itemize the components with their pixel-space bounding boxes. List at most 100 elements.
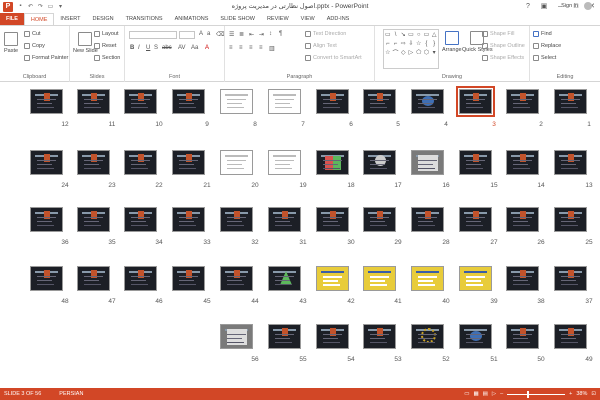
shape-icon[interactable]: ⌒ xyxy=(393,48,399,57)
help-icon[interactable]: ? xyxy=(520,0,536,12)
clear-format-icon[interactable]: ⌫ xyxy=(216,31,224,38)
slide-thumbnail[interactable] xyxy=(268,266,301,291)
slide-thumbnail[interactable] xyxy=(172,150,205,175)
tab-view[interactable]: VIEW xyxy=(295,13,321,25)
normal-view-icon[interactable]: ▭ xyxy=(464,391,469,397)
redo-icon[interactable]: ↷ xyxy=(37,3,44,10)
tab-slide-show[interactable]: SLIDE SHOW xyxy=(214,13,261,25)
slide-thumbnail[interactable] xyxy=(363,150,396,175)
slide-thumbnail[interactable] xyxy=(220,207,253,232)
slide-thumbnail[interactable] xyxy=(268,89,301,114)
slide-thumbnail[interactable] xyxy=(411,89,444,114)
user-avatar-icon[interactable] xyxy=(584,2,592,10)
save-icon[interactable]: ▪ xyxy=(17,3,24,10)
tab-insert[interactable]: INSERT xyxy=(54,13,86,25)
shape-icon[interactable]: ⇨ xyxy=(401,40,406,47)
shape-effects-button[interactable]: Shape Effects xyxy=(482,55,524,61)
slide-thumbnail[interactable] xyxy=(268,150,301,175)
slide-thumbnail[interactable] xyxy=(30,207,63,232)
shape-icon[interactable]: ▷ xyxy=(409,49,414,56)
slide-thumbnail[interactable] xyxy=(554,324,587,349)
zoom-in-icon[interactable]: + xyxy=(569,391,572,397)
slide-thumbnail[interactable] xyxy=(172,89,205,114)
slide-thumbnail[interactable] xyxy=(220,150,253,175)
shadow-icon[interactable]: S xyxy=(154,45,158,51)
slide-thumbnail[interactable] xyxy=(124,266,157,291)
slide-thumbnail[interactable] xyxy=(316,266,349,291)
align-left-icon[interactable]: ≡ xyxy=(229,45,233,51)
tab-add-ins[interactable]: ADD-INS xyxy=(321,13,356,25)
zoom-out-icon[interactable]: – xyxy=(500,391,503,397)
character-spacing-icon[interactable]: AV xyxy=(178,45,186,51)
slide-thumbnail[interactable] xyxy=(363,266,396,291)
zoom-level[interactable]: 38% xyxy=(576,391,587,397)
change-case-icon[interactable]: Aa xyxy=(191,45,198,51)
shape-outline-button[interactable]: Shape Outline xyxy=(482,43,525,49)
fit-to-window-icon[interactable]: ⊡ xyxy=(591,391,596,397)
slide-thumbnail[interactable] xyxy=(316,207,349,232)
select-button[interactable]: Select xyxy=(533,55,556,61)
section-button[interactable]: Section xyxy=(94,55,120,61)
increase-indent-icon[interactable]: ⇥ xyxy=(259,31,264,38)
shape-fill-button[interactable]: Shape Fill xyxy=(482,31,514,37)
replace-button[interactable]: Replace xyxy=(533,43,561,49)
shape-icon[interactable]: ☆ xyxy=(385,49,390,56)
font-name-combobox[interactable] xyxy=(129,31,177,39)
zoom-slider[interactable] xyxy=(507,390,566,398)
numbering-icon[interactable]: ≣ xyxy=(239,31,244,38)
shape-icon[interactable]: ↘ xyxy=(401,31,406,38)
shape-icon[interactable]: ⌐ xyxy=(386,41,390,47)
shape-icon[interactable]: ▭ xyxy=(385,31,391,38)
align-right-icon[interactable]: ≡ xyxy=(249,45,253,51)
slide-thumbnail[interactable] xyxy=(506,324,539,349)
slide-thumbnail[interactable] xyxy=(77,207,110,232)
slide-thumbnail[interactable] xyxy=(363,207,396,232)
ribbon-display-icon[interactable]: ▣ xyxy=(536,0,552,12)
bold-icon[interactable]: B xyxy=(130,45,134,51)
slide-thumbnail[interactable] xyxy=(316,89,349,114)
slide-thumbnail[interactable] xyxy=(411,150,444,175)
slide-thumbnail[interactable] xyxy=(506,150,539,175)
copy-button[interactable]: Copy xyxy=(24,43,45,49)
slide-thumbnail[interactable] xyxy=(268,207,301,232)
find-button[interactable]: Find xyxy=(533,31,552,37)
layout-button[interactable]: Layout xyxy=(94,31,119,37)
slide-thumbnail[interactable] xyxy=(124,150,157,175)
slide-thumbnail[interactable] xyxy=(459,150,492,175)
text-direction-button[interactable]: Text Direction xyxy=(305,31,346,37)
language-indicator[interactable]: PERSIAN xyxy=(59,391,83,397)
slide-thumbnail[interactable] xyxy=(506,89,539,114)
underline-icon[interactable]: U xyxy=(146,45,150,51)
format-painter-button[interactable]: Format Painter xyxy=(24,55,68,61)
convert-smartart-button[interactable]: Convert to SmartArt xyxy=(305,55,362,61)
shape-icon[interactable]: ⬠ xyxy=(416,49,421,56)
shape-icon[interactable]: △ xyxy=(432,31,437,38)
start-slideshow-icon[interactable]: ▭ xyxy=(47,3,54,10)
reading-view-icon[interactable]: ▤ xyxy=(483,391,488,397)
italic-icon[interactable]: I xyxy=(138,45,140,51)
shape-icon[interactable]: ⬡ xyxy=(424,49,429,56)
shape-icon[interactable]: ⌐ xyxy=(394,41,398,47)
increase-font-icon[interactable]: A xyxy=(199,31,203,37)
slide-thumbnail[interactable] xyxy=(363,89,396,114)
align-center-icon[interactable]: ≡ xyxy=(239,45,243,51)
shape-icon[interactable]: ☆ xyxy=(416,40,421,47)
align-text-button[interactable]: Align Text xyxy=(305,43,337,49)
tab-design[interactable]: DESIGN xyxy=(87,13,120,25)
slide-thumbnail[interactable] xyxy=(554,207,587,232)
slide-thumbnail[interactable] xyxy=(411,207,444,232)
customize-qat-icon[interactable]: ▾ xyxy=(57,3,64,10)
zoom-slider-knob[interactable] xyxy=(527,390,530,398)
slide-thumbnail[interactable] xyxy=(459,266,492,291)
tab-home[interactable]: HOME xyxy=(23,13,55,25)
decrease-font-icon[interactable]: a xyxy=(207,31,210,37)
columns-icon[interactable]: ▥ xyxy=(269,45,275,52)
font-size-combobox[interactable] xyxy=(179,31,195,39)
decrease-indent-icon[interactable]: ⇤ xyxy=(249,31,254,38)
slide-thumbnail[interactable] xyxy=(268,324,301,349)
tab-review[interactable]: REVIEW xyxy=(261,13,295,25)
shape-icon[interactable]: \ xyxy=(395,32,397,38)
slide-thumbnail[interactable] xyxy=(30,150,63,175)
bullets-icon[interactable]: ☰ xyxy=(229,31,234,38)
shapes-gallery[interactable]: ▭ \ ↘ ▭ ○ ▭ △ ⌐ ⌐ ⇨ ⇩ ☆{} ☆ ⌒ ◇ ▷ ⬠ ⬡ ▾ xyxy=(383,29,439,69)
